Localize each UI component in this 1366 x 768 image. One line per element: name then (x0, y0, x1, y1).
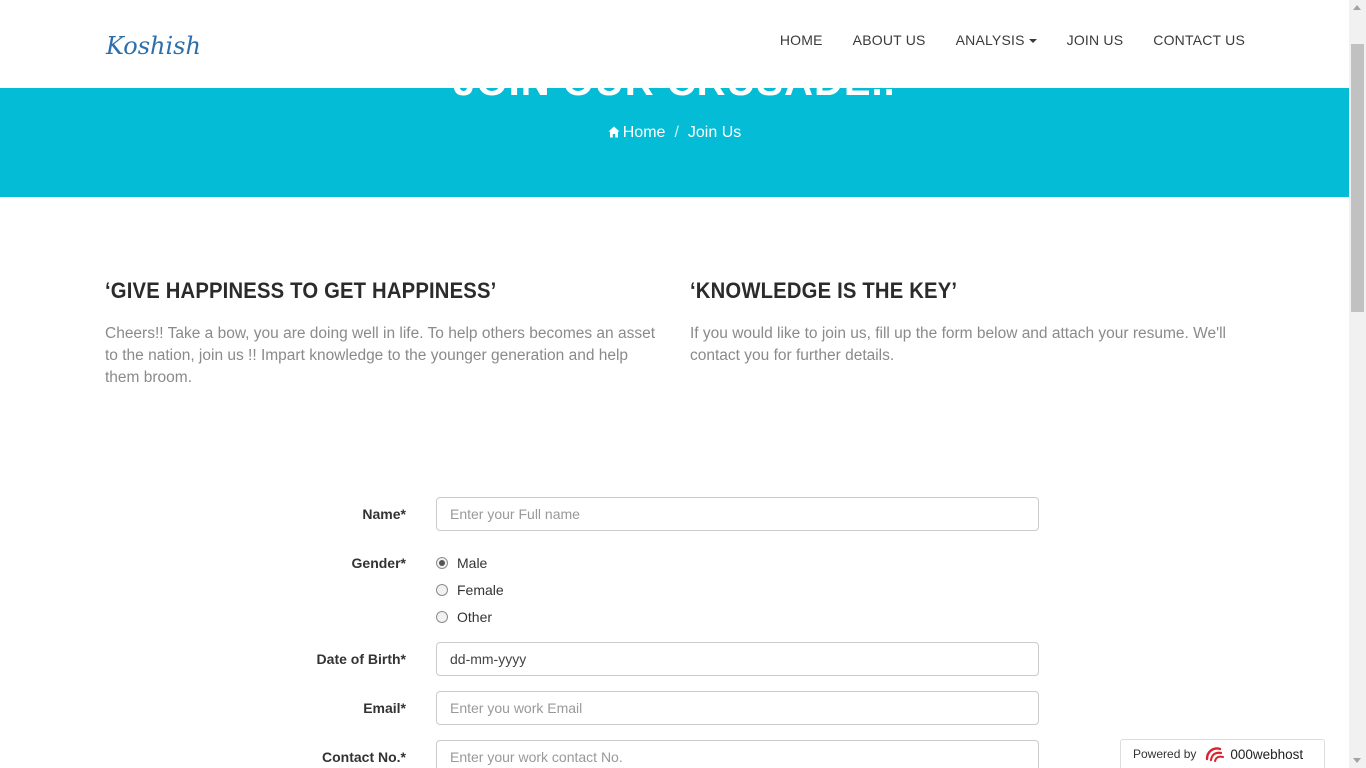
radio-unchecked-icon (436, 583, 448, 596)
scrollbar-thumb[interactable] (1351, 44, 1364, 312)
caret-down-icon (1028, 39, 1037, 44)
email-label: Email* (363, 700, 406, 716)
hero-banner: JOIN OUR CRUSADE.. Home / Join Us (0, 88, 1349, 197)
nav-item-home[interactable]: HOME (780, 30, 823, 50)
right-text: If you would like to join us, fill up th… (690, 325, 1226, 364)
left-heading: ‘GIVE HAPPINESS TO GET HAPPINESS’ (105, 278, 497, 303)
gender-label: Gender* (351, 555, 406, 571)
page-scrollbar[interactable] (1349, 0, 1366, 768)
powered-by-badge[interactable]: Powered by 000webhost (1120, 739, 1325, 768)
contact-input[interactable] (436, 740, 1039, 768)
navbar: Koshish HOME ABOUT US ANALYSIS JOIN US C… (0, 0, 1349, 88)
nav-item-join-us[interactable]: JOIN US (1067, 30, 1124, 50)
gender-option-label: Other (457, 608, 493, 625)
dob-input[interactable] (436, 642, 1039, 676)
gender-radio-female[interactable]: Female (436, 576, 504, 603)
gender-option-label: Male (457, 554, 488, 571)
main-nav: HOME ABOUT US ANALYSIS JOIN US CONTACT U… (780, 30, 1245, 50)
email-input[interactable] (436, 691, 1039, 725)
left-text: Cheers!! Take a bow, you are doing well … (105, 325, 656, 386)
nav-item-about-us[interactable]: ABOUT US (853, 30, 926, 50)
powered-by-label: Powered by (1133, 747, 1197, 761)
gender-radio-male[interactable]: Male (436, 549, 504, 576)
dob-label: Date of Birth* (316, 651, 406, 667)
home-icon (608, 126, 620, 138)
scroll-up-icon[interactable] (1353, 5, 1361, 10)
right-heading: ‘KNOWLEDGE IS THE KEY’ (690, 278, 958, 303)
breadcrumb-current: Join Us (687, 124, 742, 141)
radio-checked-icon (436, 556, 448, 569)
nav-item-contact-us[interactable]: CONTACT US (1153, 30, 1245, 50)
webhost-brand: 000webhost (1230, 746, 1304, 762)
nav-item-analysis-label: ANALYSIS (955, 32, 1025, 48)
breadcrumb-separator: / (674, 124, 679, 141)
nav-item-analysis[interactable]: ANALYSIS (956, 30, 1037, 50)
contact-label: Contact No.* (322, 749, 406, 765)
radio-unchecked-icon (436, 610, 448, 623)
gender-option-label: Female (457, 581, 504, 598)
gender-radio-group: Male Female Other (436, 549, 504, 630)
webhost-logo-icon (1206, 747, 1225, 762)
name-input[interactable] (436, 497, 1039, 531)
breadcrumb: Home / Join Us (0, 124, 1349, 142)
right-column: ‘KNOWLEDGE IS THE KEY’ If you would like… (690, 278, 1250, 367)
scroll-down-icon[interactable] (1353, 758, 1361, 763)
hero-title: JOIN OUR CRUSADE.. (0, 88, 1349, 105)
brand-logo[interactable]: Koshish (106, 32, 201, 60)
left-column: ‘GIVE HAPPINESS TO GET HAPPINESS’ Cheers… (105, 278, 665, 389)
name-label: Name* (362, 506, 406, 522)
gender-radio-other[interactable]: Other (436, 603, 504, 630)
breadcrumb-home-link[interactable]: Home (623, 124, 666, 141)
